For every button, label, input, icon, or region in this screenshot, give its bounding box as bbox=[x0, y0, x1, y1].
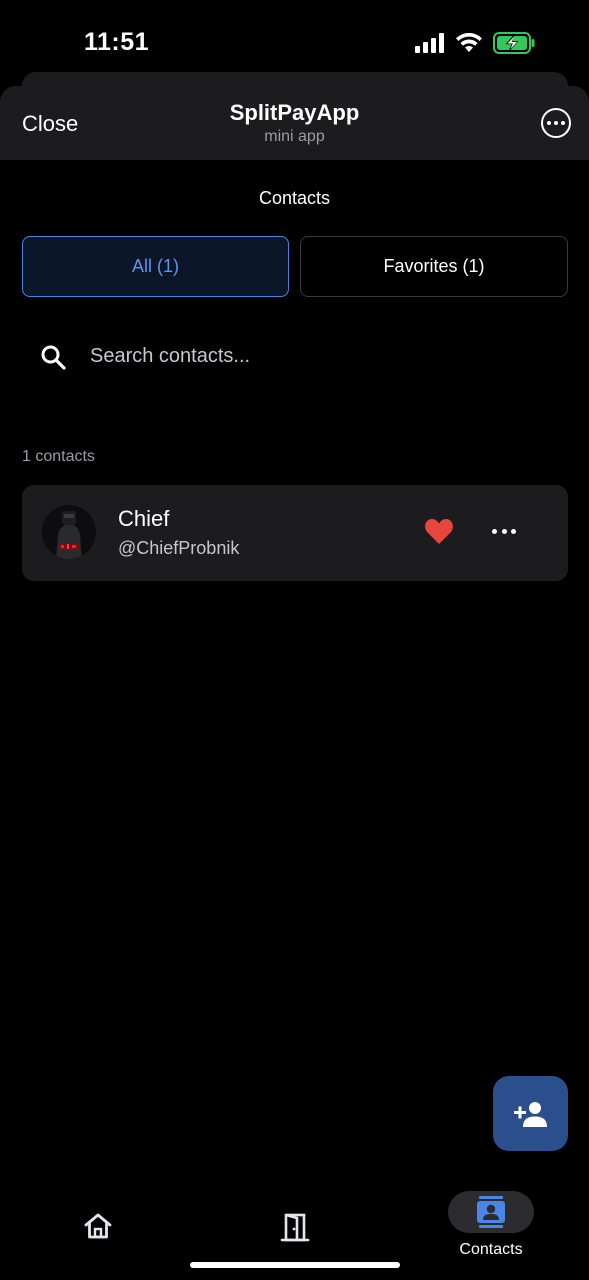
search-input[interactable] bbox=[90, 340, 550, 372]
nav-active-pill bbox=[448, 1191, 534, 1233]
page-title: Contacts bbox=[258, 188, 331, 208]
tab-all[interactable]: All (1) bbox=[22, 236, 289, 297]
status-time: 11:51 bbox=[84, 28, 150, 56]
nav-contacts-label: Contacts bbox=[459, 1241, 523, 1258]
nav-home-icon[interactable] bbox=[82, 1212, 114, 1240]
avatar-image bbox=[42, 505, 96, 559]
nav-contacts[interactable]: Contacts bbox=[448, 1191, 534, 1261]
mini-app-header: Close SplitPayApp mini app bbox=[0, 86, 589, 160]
search-icon bbox=[41, 345, 66, 370]
add-contact-button[interactable] bbox=[493, 1076, 568, 1151]
status-bar: 11:51 bbox=[0, 0, 589, 80]
home-indicator bbox=[190, 1262, 400, 1268]
avatar bbox=[42, 505, 96, 559]
nav-door-icon[interactable] bbox=[280, 1212, 310, 1242]
dot bbox=[547, 121, 551, 125]
dot bbox=[511, 529, 516, 534]
status-icons bbox=[415, 30, 535, 56]
tab-favorites[interactable]: Favorites (1) bbox=[300, 236, 568, 297]
contacts-count: 1 contacts bbox=[22, 448, 95, 465]
app-subtitle: mini app bbox=[264, 128, 325, 145]
contacts-icon bbox=[477, 1196, 505, 1228]
app-title: SplitPayApp bbox=[229, 100, 360, 125]
contact-more-button[interactable] bbox=[492, 529, 516, 537]
favorite-heart-icon[interactable] bbox=[424, 517, 454, 545]
dot bbox=[492, 529, 497, 534]
wifi-icon bbox=[456, 33, 482, 52]
battery-charging-icon bbox=[493, 32, 535, 54]
more-options-button[interactable] bbox=[541, 108, 571, 138]
contact-row[interactable]: Chief @ChiefProbnik bbox=[22, 485, 568, 581]
cellular-signal-icon bbox=[415, 33, 444, 53]
dot bbox=[554, 121, 558, 125]
contact-name: Chief bbox=[118, 506, 170, 531]
contact-handle: @ChiefProbnik bbox=[118, 538, 240, 558]
dot bbox=[501, 529, 507, 534]
add-person-icon bbox=[513, 1101, 547, 1127]
search-bar bbox=[22, 326, 568, 386]
dot bbox=[561, 121, 565, 125]
